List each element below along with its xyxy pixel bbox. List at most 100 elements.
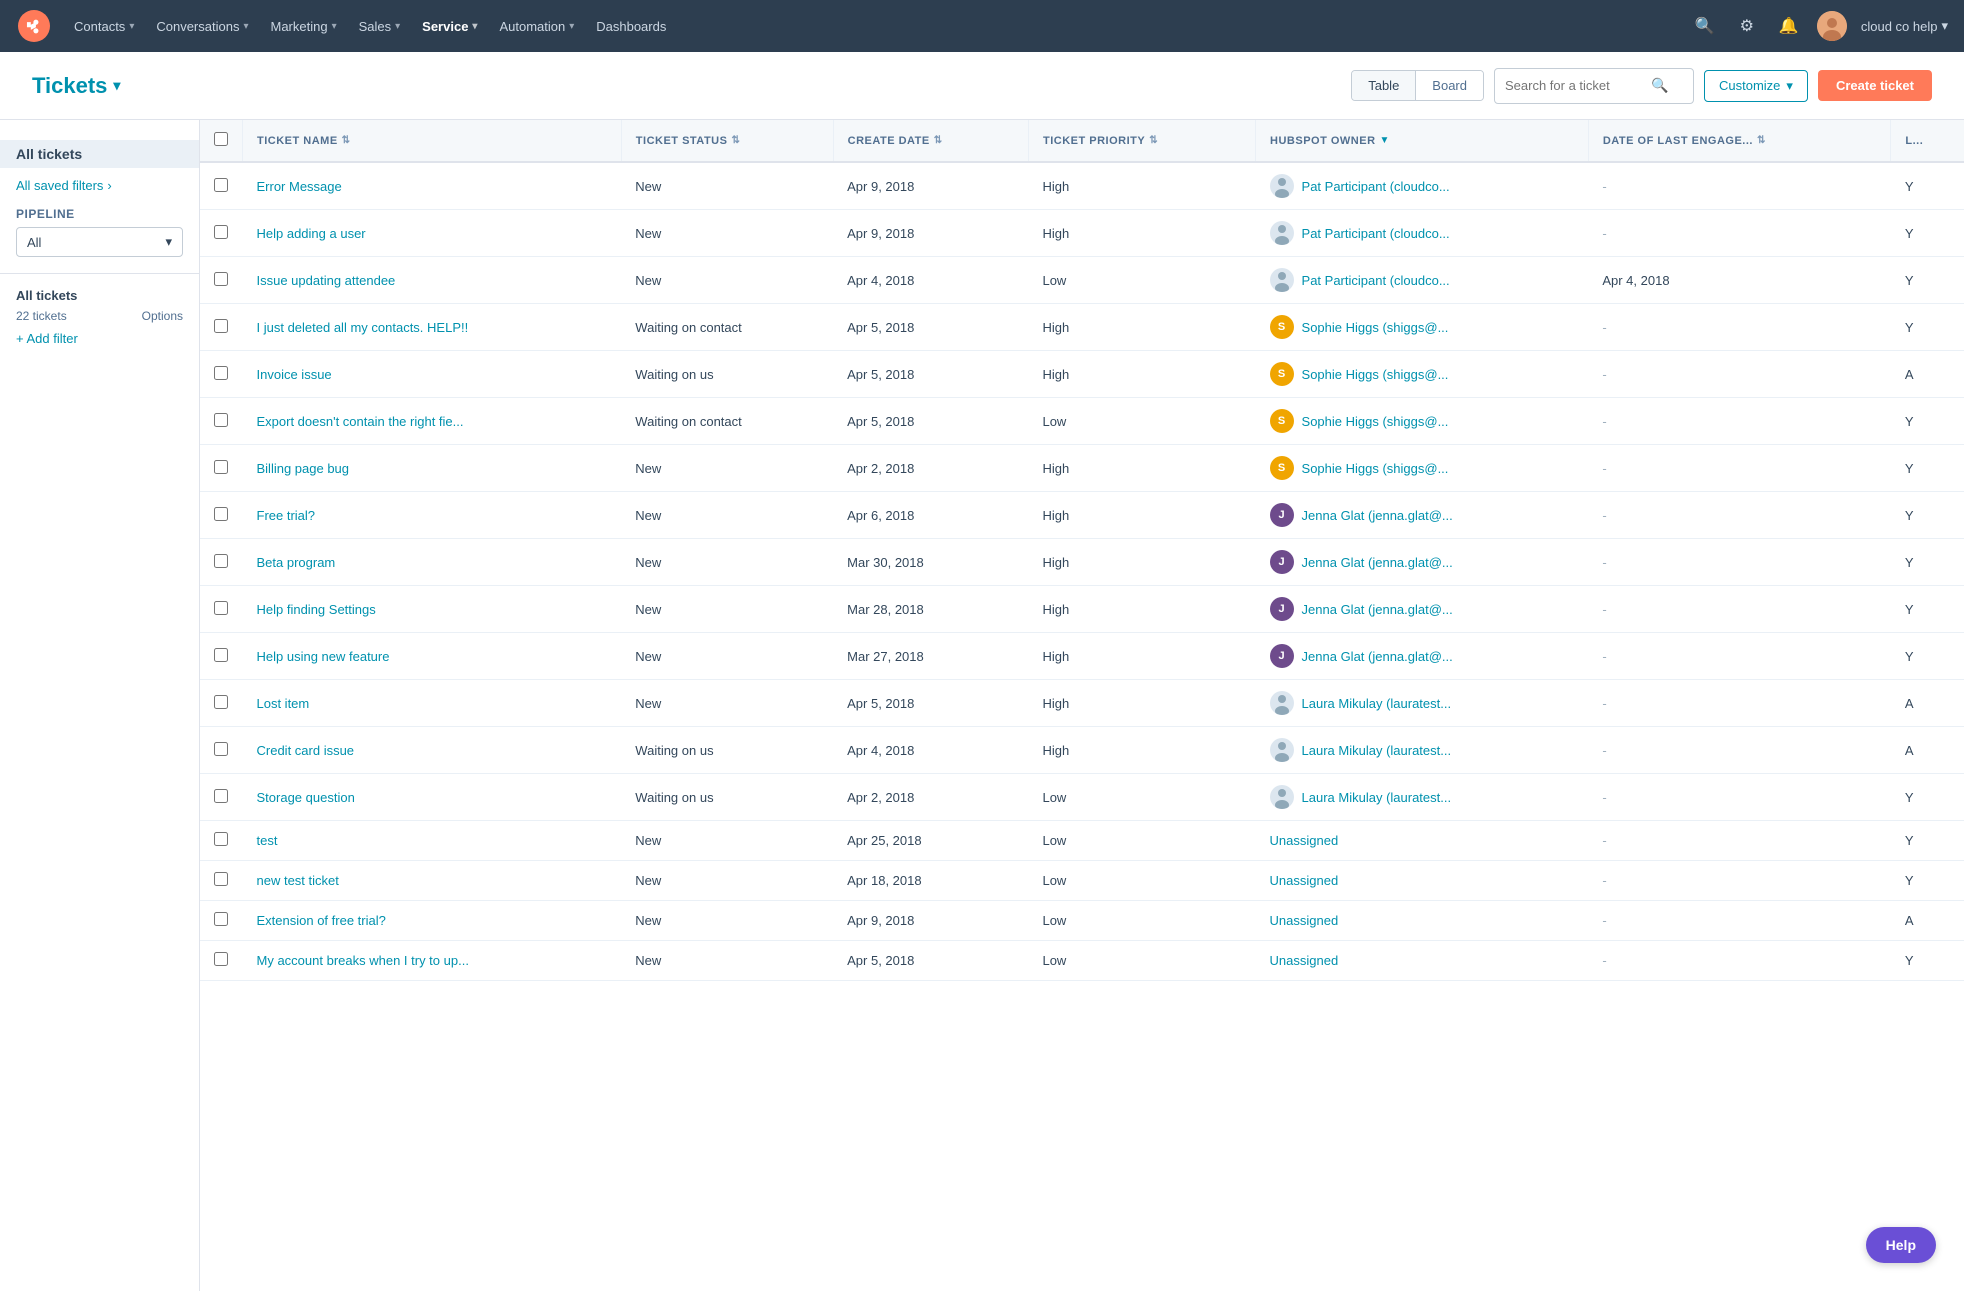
row-checkbox[interactable] xyxy=(214,554,228,568)
sort-ticket-status[interactable]: TICKET STATUS ⇅ xyxy=(636,135,819,147)
hubspot-logo[interactable] xyxy=(16,8,52,44)
owner-name[interactable]: Laura Mikulay (lauratest... xyxy=(1302,790,1452,805)
ticket-name-link[interactable]: Storage question xyxy=(257,790,355,805)
row-checkbox[interactable] xyxy=(214,695,228,709)
owner-avatar: J xyxy=(1270,550,1294,574)
sort-create-date[interactable]: CREATE DATE ⇅ xyxy=(848,135,1014,147)
sidebar-filter-name: All tickets xyxy=(0,282,199,309)
nav-item-sales[interactable]: Sales ▾ xyxy=(349,13,411,40)
row-checkbox[interactable] xyxy=(214,225,228,239)
ticket-name-link[interactable]: My account breaks when I try to up... xyxy=(257,953,469,968)
pipeline-select[interactable]: All ▾ xyxy=(16,227,183,257)
nav-item-contacts[interactable]: Contacts ▾ xyxy=(64,13,144,40)
nav-item-automation[interactable]: Automation ▾ xyxy=(489,13,584,40)
owner-unassigned[interactable]: Unassigned xyxy=(1270,913,1339,928)
nav-item-dashboards[interactable]: Dashboards xyxy=(586,13,676,40)
row-checkbox[interactable] xyxy=(214,460,228,474)
conversations-caret-icon: ▾ xyxy=(243,21,248,32)
owner-unassigned[interactable]: Unassigned xyxy=(1270,873,1339,888)
owner-name[interactable]: Pat Participant (cloudco... xyxy=(1302,226,1450,241)
row-checkbox[interactable] xyxy=(214,319,228,333)
owner-name[interactable]: Laura Mikulay (lauratest... xyxy=(1302,696,1452,711)
ticket-name-link[interactable]: I just deleted all my contacts. HELP!! xyxy=(257,320,469,335)
create-ticket-button[interactable]: Create ticket xyxy=(1818,70,1932,101)
ticket-search-input[interactable] xyxy=(1505,78,1645,93)
row-checkbox[interactable] xyxy=(214,742,228,756)
row-checkbox[interactable] xyxy=(214,648,228,662)
ticket-name-link[interactable]: test xyxy=(257,833,278,848)
table-row: testNewApr 25, 2018LowUnassigned-Y xyxy=(200,821,1964,861)
help-button[interactable]: Help xyxy=(1866,1227,1936,1263)
owner-unassigned[interactable]: Unassigned xyxy=(1270,953,1339,968)
owner-name[interactable]: Jenna Glat (jenna.glat@... xyxy=(1302,508,1453,523)
row-checkbox[interactable] xyxy=(214,601,228,615)
row-checkbox[interactable] xyxy=(214,413,228,427)
settings-icon-button[interactable]: ⚙ xyxy=(1733,12,1761,40)
ticket-name-link[interactable]: Error Message xyxy=(257,179,342,194)
ticket-name-link[interactable]: Billing page bug xyxy=(257,461,350,476)
ticket-name-link[interactable]: Help adding a user xyxy=(257,226,366,241)
owner-name[interactable]: Jenna Glat (jenna.glat@... xyxy=(1302,555,1453,570)
owner-name[interactable]: Pat Participant (cloudco... xyxy=(1302,179,1450,194)
sort-ticket-priority[interactable]: TICKET PRIORITY ⇅ xyxy=(1043,135,1241,147)
row-checkbox[interactable] xyxy=(214,872,228,886)
nav-item-service[interactable]: Service ▾ xyxy=(412,13,487,40)
sort-hubspot-owner[interactable]: HUBSPOT OWNER ▼ xyxy=(1270,135,1574,147)
portal-name[interactable]: cloud co help ▾ xyxy=(1861,18,1948,34)
ticket-name-link[interactable]: Extension of free trial? xyxy=(257,913,386,928)
owner-name[interactable]: Jenna Glat (jenna.glat@... xyxy=(1302,649,1453,664)
sort-icon-engage: ⇅ xyxy=(1757,135,1766,146)
ticket-col7-cell: Y xyxy=(1891,941,1964,981)
owner-name[interactable]: Jenna Glat (jenna.glat@... xyxy=(1302,602,1453,617)
ticket-name-link[interactable]: Lost item xyxy=(257,696,310,711)
user-avatar[interactable] xyxy=(1817,11,1847,41)
ticket-col7-cell: A xyxy=(1891,727,1964,774)
all-tickets-sidebar-label[interactable]: All tickets xyxy=(0,140,199,168)
ticket-name-link[interactable]: Beta program xyxy=(257,555,336,570)
ticket-name-link[interactable]: Export doesn't contain the right fie... xyxy=(257,414,464,429)
ticket-name-link[interactable]: new test ticket xyxy=(257,873,339,888)
ticket-owner-cell: Laura Mikulay (lauratest... xyxy=(1256,680,1589,727)
row-checkbox[interactable] xyxy=(214,832,228,846)
owner-name[interactable]: Sophie Higgs (shiggs@... xyxy=(1302,320,1449,335)
board-view-button[interactable]: Board xyxy=(1415,71,1483,100)
row-checkbox[interactable] xyxy=(214,366,228,380)
search-icon-button[interactable]: 🔍 xyxy=(1691,12,1719,40)
owner-name[interactable]: Sophie Higgs (shiggs@... xyxy=(1302,367,1449,382)
customize-button[interactable]: Customize ▾ xyxy=(1704,70,1808,102)
select-all-checkbox[interactable] xyxy=(214,132,228,146)
row-checkbox[interactable] xyxy=(214,952,228,966)
owner-cell: Pat Participant (cloudco... xyxy=(1270,221,1575,245)
table-view-button[interactable]: Table xyxy=(1352,71,1415,100)
saved-filters-link[interactable]: All saved filters › xyxy=(0,178,199,203)
ticket-create-date-cell: Apr 5, 2018 xyxy=(833,941,1028,981)
nav-item-marketing[interactable]: Marketing ▾ xyxy=(260,13,346,40)
row-checkbox[interactable] xyxy=(214,178,228,192)
row-checkbox-cell xyxy=(200,633,243,680)
nav-item-conversations[interactable]: Conversations ▾ xyxy=(146,13,258,40)
page-title[interactable]: Tickets ▾ xyxy=(32,73,120,99)
add-filter-link[interactable]: + Add filter xyxy=(0,325,199,352)
owner-name[interactable]: Sophie Higgs (shiggs@... xyxy=(1302,414,1449,429)
row-checkbox[interactable] xyxy=(214,912,228,926)
ticket-col7-cell: Y xyxy=(1891,304,1964,351)
ticket-name-link[interactable]: Invoice issue xyxy=(257,367,332,382)
ticket-name-link[interactable]: Help finding Settings xyxy=(257,602,376,617)
row-checkbox[interactable] xyxy=(214,507,228,521)
owner-name[interactable]: Sophie Higgs (shiggs@... xyxy=(1302,461,1449,476)
ticket-name-link[interactable]: Help using new feature xyxy=(257,649,390,664)
owner-name[interactable]: Laura Mikulay (lauratest... xyxy=(1302,743,1452,758)
ticket-name-link[interactable]: Free trial? xyxy=(257,508,316,523)
sort-last-engage[interactable]: DATE OF LAST ENGAGE... ⇅ xyxy=(1603,135,1877,147)
ticket-name-link[interactable]: Issue updating attendee xyxy=(257,273,396,288)
ticket-create-date-cell: Apr 5, 2018 xyxy=(833,304,1028,351)
row-checkbox[interactable] xyxy=(214,272,228,286)
owner-name[interactable]: Pat Participant (cloudco... xyxy=(1302,273,1450,288)
options-link[interactable]: Options xyxy=(142,309,183,323)
ticket-name-link[interactable]: Credit card issue xyxy=(257,743,355,758)
ticket-owner-cell: Pat Participant (cloudco... xyxy=(1256,162,1589,210)
row-checkbox[interactable] xyxy=(214,789,228,803)
sort-ticket-name[interactable]: TICKET NAME ⇅ xyxy=(257,135,607,147)
owner-unassigned[interactable]: Unassigned xyxy=(1270,833,1339,848)
notifications-icon-button[interactable]: 🔔 xyxy=(1775,12,1803,40)
